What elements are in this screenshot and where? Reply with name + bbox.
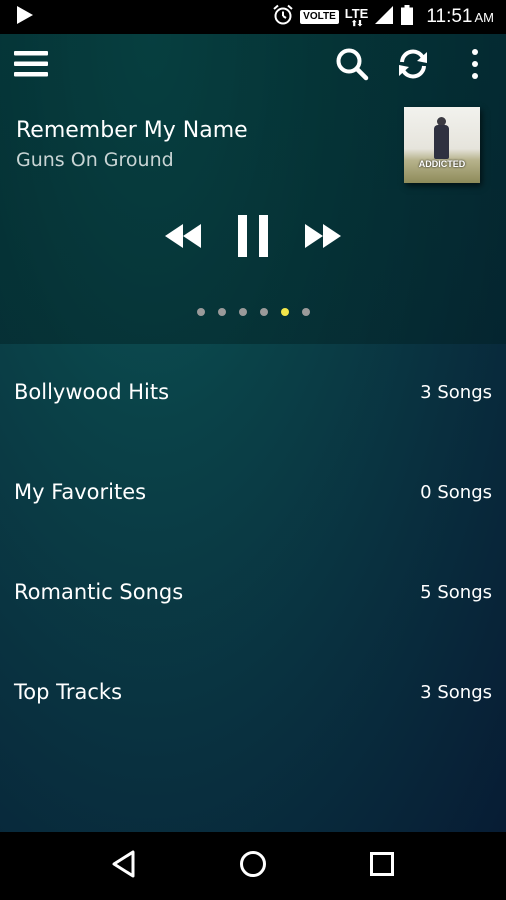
- menu-icon: [14, 50, 48, 82]
- search-button[interactable]: [331, 46, 373, 86]
- playlist-name: Romantic Songs: [14, 580, 184, 604]
- clock: 11:51 AM: [426, 6, 494, 28]
- next-track-button[interactable]: [302, 217, 344, 259]
- page-dot: [259, 308, 268, 316]
- clock-time: 11:51: [426, 6, 473, 27]
- sync-button[interactable]: [392, 46, 434, 86]
- playlist-list: Bollywood Hits 3 Songs My Favorites 0 So…: [0, 344, 506, 744]
- more-options-button[interactable]: [460, 46, 490, 86]
- track-title: Remember My Name: [16, 118, 248, 143]
- search-icon: [335, 47, 369, 85]
- refresh-icon: [396, 47, 430, 85]
- page-dot: [196, 308, 205, 316]
- playlist-name: Bollywood Hits: [14, 380, 170, 404]
- playlist-row[interactable]: My Favorites 0 Songs: [0, 444, 506, 544]
- album-art[interactable]: ADDICTED: [404, 107, 480, 183]
- home-button[interactable]: [223, 836, 283, 896]
- playlist-row[interactable]: Bollywood Hits 3 Songs: [0, 344, 506, 444]
- status-bar: VOLTE LTE ⬆⬇ 11:51 AM: [0, 0, 506, 34]
- data-arrows-icon: ⬆⬇: [350, 18, 363, 28]
- fast-forward-icon: [304, 223, 342, 253]
- playlist-row[interactable]: Romantic Songs 5 Songs: [0, 544, 506, 644]
- network-label: LTE: [344, 5, 369, 21]
- back-button[interactable]: [94, 836, 154, 896]
- playlist-song-count: 5 Songs: [420, 581, 492, 603]
- album-art-text: ADDICTED: [418, 159, 466, 169]
- alarm-icon: [272, 4, 294, 30]
- play-icon: [16, 5, 34, 29]
- rewind-icon: [164, 223, 202, 253]
- page-dot: [238, 308, 247, 316]
- page-dot: [217, 308, 226, 316]
- playlist-song-count: 0 Songs: [420, 481, 492, 503]
- menu-button[interactable]: [10, 46, 52, 86]
- network-indicator: LTE ⬆⬇: [345, 7, 369, 28]
- previous-track-button[interactable]: [162, 217, 204, 259]
- playlist-song-count: 3 Songs: [420, 681, 492, 703]
- system-nav-bar: [0, 832, 506, 900]
- track-artist: Guns On Ground: [16, 149, 174, 171]
- page-indicator: [0, 308, 506, 316]
- home-icon: [239, 850, 267, 882]
- clock-ampm: AM: [474, 10, 495, 25]
- page-dot: [301, 308, 310, 316]
- playlist-name: Top Tracks: [14, 680, 123, 704]
- now-playing-panel: Remember My Name Guns On Ground ADDICTED: [0, 34, 506, 344]
- page-dot-active: [280, 308, 289, 316]
- battery-icon: [400, 4, 414, 30]
- album-art-figure-body: [434, 125, 449, 159]
- play-pause-button[interactable]: [232, 212, 274, 264]
- playlist-row[interactable]: Top Tracks 3 Songs: [0, 644, 506, 744]
- playlist-song-count: 3 Songs: [420, 381, 492, 403]
- recents-icon: [369, 851, 395, 881]
- signal-icon: [374, 5, 394, 29]
- more-vert-icon: [471, 48, 479, 84]
- app-content: Remember My Name Guns On Ground ADDICTED: [0, 34, 506, 832]
- volte-badge: VOLTE: [300, 10, 339, 24]
- back-icon: [111, 850, 137, 882]
- playlist-name: My Favorites: [14, 480, 147, 504]
- recents-button[interactable]: [352, 836, 412, 896]
- pause-icon: [236, 214, 270, 262]
